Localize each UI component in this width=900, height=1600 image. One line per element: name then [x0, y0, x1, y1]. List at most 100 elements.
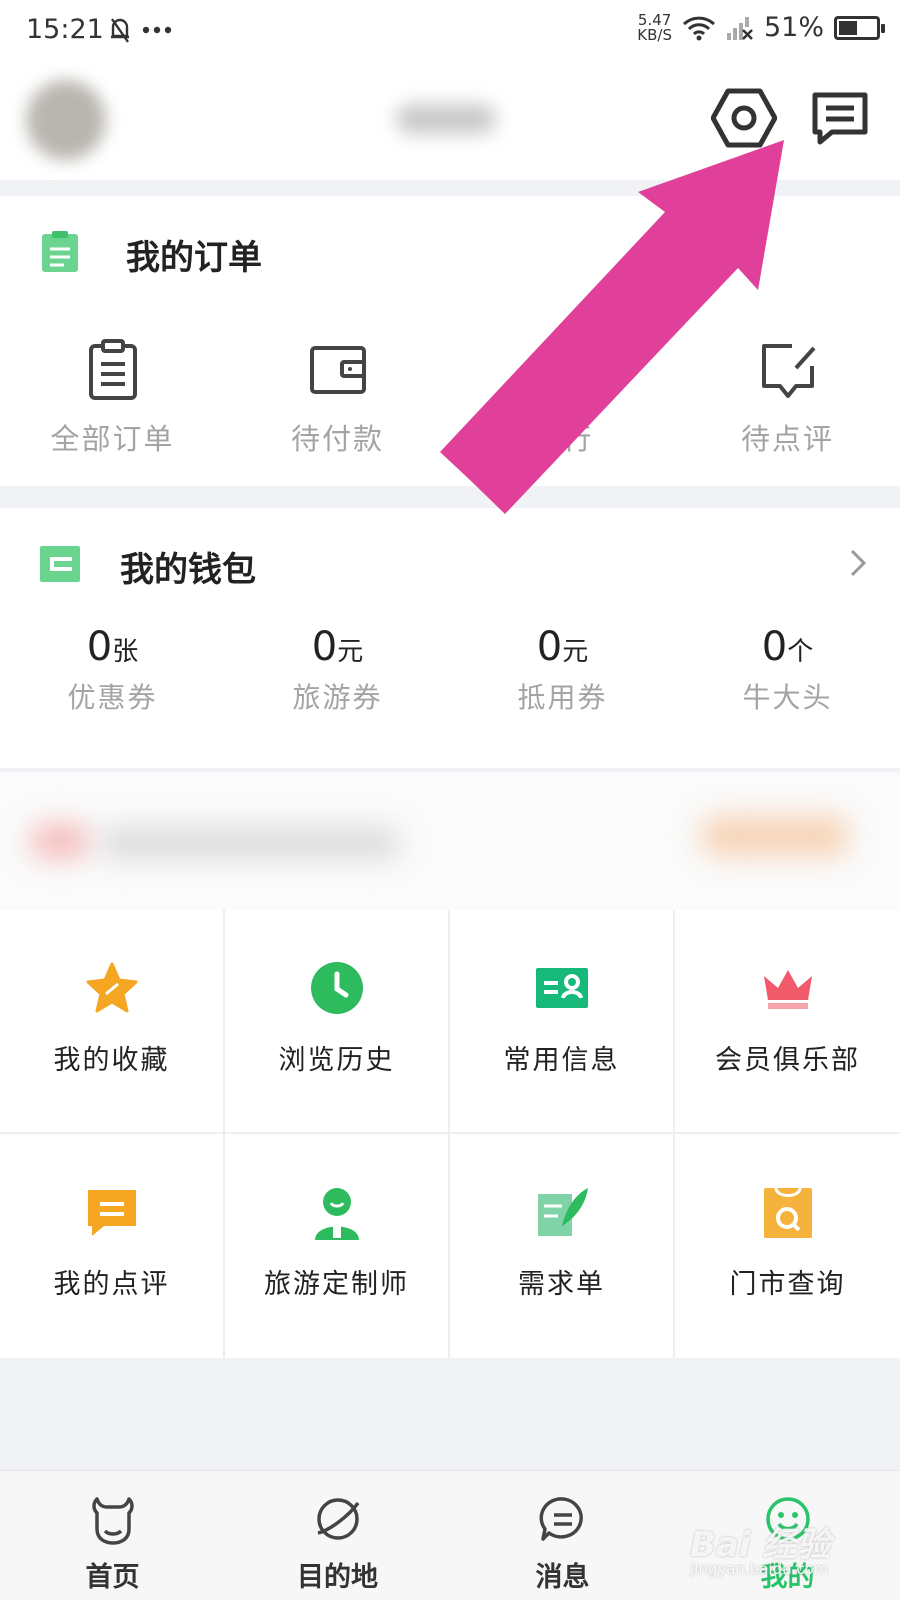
person-icon: [314, 1188, 359, 1240]
service-demand-list[interactable]: 需求单: [450, 1134, 675, 1358]
comment-icon: [87, 1190, 136, 1236]
wallet-unit: 元: [337, 637, 364, 667]
nav-label: 消息: [535, 1562, 590, 1593]
banner-blob: [100, 828, 400, 858]
order-label: 待付款: [290, 422, 384, 456]
message-icon: [812, 92, 868, 145]
mute-bell-icon: [111, 18, 129, 43]
watermark-sub: jingyan.baidu.com: [690, 1560, 829, 1578]
status-right: 5.47 KB/S 51%: [637, 12, 885, 44]
watermark: Bai 经验: [690, 1525, 831, 1565]
order-label: 出行: [531, 422, 594, 456]
wallet-label: 旅游券: [292, 681, 383, 714]
order-travel[interactable]: 出行: [450, 338, 675, 458]
service-history[interactable]: 浏览历史: [225, 910, 450, 1134]
service-my-reviews[interactable]: 我的点评: [0, 1134, 225, 1358]
wallet-unit: 元: [562, 637, 589, 667]
message-button[interactable]: [806, 84, 874, 152]
service-label: 浏览历史: [278, 1045, 395, 1076]
wallet-icon: [309, 346, 366, 394]
user-name-blurred[interactable]: [396, 104, 496, 134]
status-bar: 15:21 5.47 KB/S 51%: [0, 0, 900, 62]
wallet-value: 0: [311, 624, 338, 670]
order-list-icon: [42, 231, 78, 272]
service-label: 门市查询: [729, 1269, 846, 1300]
nav-label: 目的地: [297, 1562, 378, 1593]
order-all[interactable]: 全部订单: [0, 338, 225, 458]
service-member-club[interactable]: 会员俱乐部: [675, 910, 900, 1134]
order-pending-review[interactable]: 待点评: [675, 338, 900, 458]
wallet-amount: 0元: [537, 624, 588, 670]
wifi-icon: [682, 16, 716, 40]
promo-banner-blurred[interactable]: [0, 772, 900, 910]
planet-icon: [316, 1498, 359, 1540]
wallet-amount: 0元: [312, 624, 363, 670]
wallet-deduction-voucher[interactable]: 0元 抵用券: [450, 624, 675, 716]
nav-messages[interactable]: 消息: [450, 1471, 675, 1600]
service-label: 需求单: [518, 1269, 605, 1300]
orders-card: 我的订单 全部订单 待付款 出行 待点评: [0, 196, 900, 486]
order-pending-payment[interactable]: 待付款: [225, 338, 450, 458]
crown-icon: [763, 970, 812, 1009]
settings-button[interactable]: [710, 84, 778, 152]
wallet-unit: 张: [112, 637, 139, 667]
review-icon: [761, 344, 815, 398]
network-speed: 5.47 KB/S: [637, 12, 672, 44]
nav-destination[interactable]: 目的地: [225, 1471, 450, 1600]
orders-title-row[interactable]: 我的订单: [0, 196, 900, 306]
service-label: 旅游定制师: [264, 1269, 409, 1300]
status-left-icons: [108, 16, 172, 44]
battery-percent: 51%: [763, 12, 824, 43]
service-store-search[interactable]: 门市查询: [675, 1134, 900, 1358]
banner-blob: [700, 816, 850, 856]
hexagon-settings-icon: [711, 88, 777, 148]
clipboard-icon: [88, 339, 137, 400]
quill-doc-icon: [537, 1188, 588, 1236]
cow-face-icon: [91, 1497, 134, 1545]
chevron-right-icon[interactable]: [842, 548, 872, 578]
store-search-icon: [763, 1187, 812, 1238]
chat-bubble-icon: [539, 1497, 583, 1541]
order-label: 全部订单: [50, 422, 175, 456]
battery-fill: [839, 20, 858, 35]
wallet-unit: 个: [787, 637, 814, 667]
wallet-travel-voucher[interactable]: 0元 旅游券: [225, 624, 450, 716]
service-favorites[interactable]: 我的收藏: [0, 910, 225, 1134]
orders-title: 我的订单: [126, 238, 262, 278]
wallet-niudatou[interactable]: 0个 牛大头: [675, 624, 900, 716]
wallet-coupon[interactable]: 0张 优惠券: [0, 624, 225, 716]
star-icon: [86, 962, 137, 1013]
service-label: 常用信息: [503, 1045, 620, 1076]
banner-blob: [30, 824, 90, 858]
battery-icon: [834, 15, 885, 40]
status-time: 15:21: [26, 14, 104, 45]
service-label: 我的点评: [53, 1269, 170, 1300]
profile-header: [0, 62, 900, 180]
wallet-card: 我的钱包 0张 优惠券 0元 旅游券 0元 抵用券 0个 牛大头: [0, 508, 900, 768]
orders-grid: 全部订单 待付款 出行 待点评: [0, 338, 900, 458]
service-label: 我的收藏: [53, 1045, 170, 1076]
footprint-icon: [544, 343, 581, 399]
wallet-value: 0: [536, 624, 563, 670]
services-grid: 我的收藏 浏览历史 常用信息 会员俱乐部 我的点评 旅游定制师 需求单 门市查询: [0, 910, 900, 1358]
service-common-info[interactable]: 常用信息: [450, 910, 675, 1134]
service-label: 会员俱乐部: [715, 1045, 860, 1076]
id-card-icon: [535, 968, 588, 1008]
wallet-title-row[interactable]: 我的钱包: [0, 508, 900, 618]
wallet-title: 我的钱包: [120, 550, 256, 590]
wallet-value: 0: [86, 624, 113, 670]
more-dots-icon: [142, 26, 172, 34]
nav-home[interactable]: 首页: [0, 1471, 225, 1600]
wallet-amount: 0张: [87, 624, 138, 670]
service-travel-designer[interactable]: 旅游定制师: [225, 1134, 450, 1358]
wallet-label: 抵用券: [517, 681, 608, 714]
avatar[interactable]: [26, 80, 106, 160]
wallet-amount: 0个: [762, 624, 813, 670]
network-speed-unit: KB/S: [637, 25, 672, 44]
clock-icon: [310, 962, 363, 1014]
wallet-label: 牛大头: [742, 681, 833, 714]
nav-label: 首页: [85, 1562, 140, 1593]
signal-off-icon: [726, 16, 753, 40]
wallet-card-icon: [40, 546, 80, 582]
order-label: 待点评: [740, 422, 834, 456]
